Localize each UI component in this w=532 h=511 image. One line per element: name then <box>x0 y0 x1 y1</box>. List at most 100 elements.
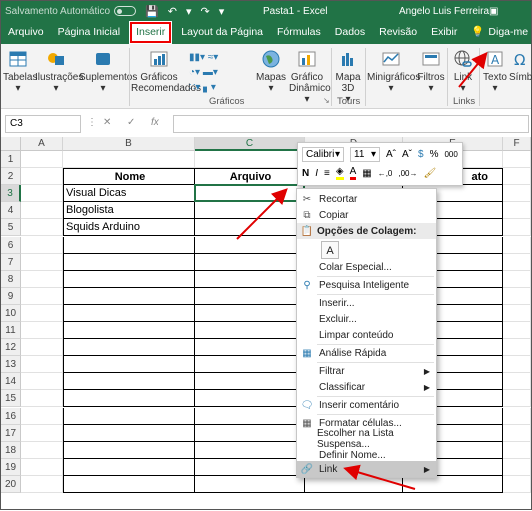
cell-f19[interactable] <box>503 458 531 476</box>
addins-button[interactable]: Suplementos ▾ <box>79 48 137 94</box>
select-all-corner[interactable] <box>1 137 21 151</box>
cell-b18[interactable] <box>63 441 195 459</box>
undo-icon[interactable]: ↶ <box>168 5 177 18</box>
cell-a1[interactable] <box>21 151 63 169</box>
formula-input[interactable] <box>173 115 529 133</box>
cell-f10[interactable] <box>503 304 531 322</box>
cell-f2[interactable] <box>503 168 531 186</box>
row-header-17[interactable]: 17 <box>1 424 21 442</box>
tab-inserir[interactable]: Inserir <box>129 21 173 44</box>
cell-b19[interactable] <box>63 458 195 476</box>
thousands-icon[interactable]: 000 <box>444 150 457 159</box>
maps-button[interactable]: Mapas ▾ <box>255 48 287 94</box>
ribbon-display-icon[interactable]: ▣ <box>489 6 498 17</box>
row-header-20[interactable]: 20 <box>1 475 21 493</box>
cell-b20[interactable] <box>63 475 195 493</box>
row-header-9[interactable]: 9 <box>1 287 21 305</box>
row-header-11[interactable]: 11 <box>1 322 21 340</box>
cell-b7[interactable] <box>63 253 195 271</box>
cell-a2[interactable] <box>21 168 63 186</box>
cell-a4[interactable] <box>21 202 63 220</box>
cell-d20[interactable] <box>305 475 403 493</box>
cell-b10[interactable] <box>63 304 195 322</box>
row-header-19[interactable]: 19 <box>1 458 21 476</box>
cancel-icon[interactable]: ✕ <box>103 117 111 128</box>
cell-a20[interactable] <box>21 475 63 493</box>
cell-b12[interactable] <box>63 339 195 357</box>
cell-e20[interactable] <box>403 475 503 493</box>
menu-item-inserir[interactable]: Inserir... <box>297 295 436 311</box>
link-button[interactable]: Link ▾ <box>449 48 477 94</box>
column-header-b[interactable]: B <box>63 137 195 151</box>
borders-icon[interactable]: ▦ <box>362 168 371 179</box>
cell-c4[interactable] <box>195 202 305 220</box>
cell-b2[interactable]: Nome <box>63 168 195 186</box>
decrease-decimal-icon[interactable]: ,00→ <box>398 169 417 178</box>
cell-c12[interactable] <box>195 339 305 357</box>
row-header-14[interactable]: 14 <box>1 373 21 391</box>
line-chart-icon[interactable]: ≈▾ <box>208 52 219 63</box>
cell-f9[interactable] <box>503 287 531 305</box>
font-size-select[interactable]: 11 ▾ <box>350 147 380 162</box>
menu-item-limpar[interactable]: Limpar conteúdo <box>297 327 436 343</box>
fill-color-icon[interactable]: ◈ <box>335 166 344 180</box>
column-header-c[interactable]: C <box>195 137 305 151</box>
cell-a8[interactable] <box>21 270 63 288</box>
cell-a9[interactable] <box>21 287 63 305</box>
cell-a7[interactable] <box>21 253 63 271</box>
increase-font-icon[interactable]: Aˆ <box>386 149 396 160</box>
cell-f17[interactable] <box>503 424 531 442</box>
save-icon[interactable]: 💾 <box>145 5 159 18</box>
pivot-chart-button[interactable]: Gráfico Dinâmico ▾ <box>289 48 331 105</box>
cell-c11[interactable] <box>195 322 305 340</box>
tab-dados[interactable]: Dados <box>328 21 372 44</box>
customize-icon[interactable]: ▾ <box>219 5 225 18</box>
column-header-a[interactable]: A <box>21 137 63 151</box>
row-header-10[interactable]: 10 <box>1 304 21 322</box>
cell-a18[interactable] <box>21 441 63 459</box>
cell-a12[interactable] <box>21 339 63 357</box>
cell-c6[interactable] <box>195 236 305 254</box>
tab-exibir[interactable]: Exibir <box>424 21 464 44</box>
cell-b6[interactable] <box>63 236 195 254</box>
redo-icon[interactable]: ↷ <box>201 5 210 18</box>
cell-a13[interactable] <box>21 356 63 374</box>
cell-a5[interactable] <box>21 219 63 237</box>
cell-f20[interactable] <box>503 475 531 493</box>
cell-a10[interactable] <box>21 304 63 322</box>
cell-c5[interactable] <box>195 219 305 237</box>
menu-item-filtrar[interactable]: Filtrar ▶ <box>297 363 436 379</box>
cell-b4[interactable]: Blogolista <box>63 202 195 220</box>
tab-arquivo[interactable]: Arquivo <box>1 21 51 44</box>
name-box-dropdown-icon[interactable]: ⋮ <box>87 117 97 128</box>
bold-icon[interactable]: N <box>302 168 309 179</box>
cell-b11[interactable] <box>63 322 195 340</box>
group-launcher-icon[interactable]: ↘ <box>323 96 330 105</box>
cell-f18[interactable] <box>503 441 531 459</box>
decrease-font-icon[interactable]: Aˇ <box>402 149 412 160</box>
cell-c16[interactable] <box>195 407 305 425</box>
menu-item-excluir[interactable]: Excluir... <box>297 311 436 327</box>
autosave-toggle[interactable] <box>114 6 137 16</box>
paste-keep-source-icon[interactable]: A <box>321 241 339 259</box>
enter-icon[interactable]: ✓ <box>127 117 135 128</box>
cell-f11[interactable] <box>503 322 531 340</box>
cell-b5[interactable]: Squids Arduino <box>63 219 195 237</box>
font-name-select[interactable]: Calibri ▾ <box>302 147 344 162</box>
cell-f13[interactable] <box>503 356 531 374</box>
tab-pagina-inicial[interactable]: Página Inicial <box>51 21 127 44</box>
cell-b9[interactable] <box>63 287 195 305</box>
waterfall-chart-icon[interactable]: ▖▾ <box>203 82 216 93</box>
cell-c18[interactable] <box>195 441 305 459</box>
column-chart-icon[interactable]: ▮▮▾ <box>189 52 205 63</box>
menu-item-inserir-comentario[interactable]: 🗨 Inserir comentário <box>297 397 436 413</box>
tab-layout[interactable]: Layout da Página <box>174 21 270 44</box>
row-header-1[interactable]: 1 <box>1 151 21 169</box>
row-header-5[interactable]: 5 <box>1 219 21 237</box>
illustrations-button[interactable]: Ilustrações ▾ <box>35 48 83 94</box>
italic-icon[interactable]: I <box>315 168 318 179</box>
tab-formulas[interactable]: Fórmulas <box>270 21 328 44</box>
cell-f16[interactable] <box>503 407 531 425</box>
text-button[interactable]: A Texto ▾ <box>481 48 509 94</box>
scatter-chart-icon[interactable]: ∷▾ <box>189 82 200 93</box>
